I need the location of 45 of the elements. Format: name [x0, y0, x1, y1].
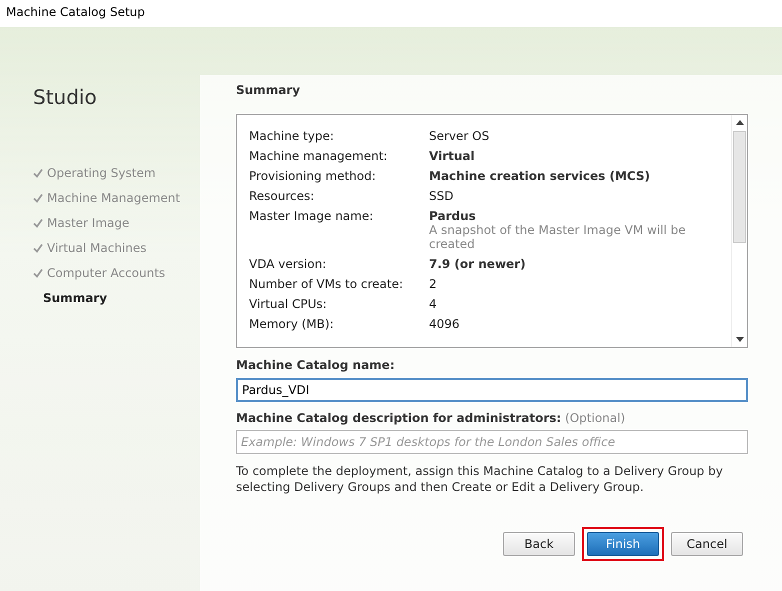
checkmark-icon — [33, 168, 43, 178]
wizard-step: Computer Accounts — [33, 263, 200, 282]
field-label: Machine Catalog description for administrators: — [236, 411, 562, 425]
window-title: Machine Catalog Setup — [6, 5, 145, 19]
wizard-button[interactable]: Cancel — [671, 532, 743, 556]
summary-value: Virtual — [429, 149, 475, 163]
summary-label: Provisioning method: — [249, 169, 377, 183]
summary-label: Memory (MB): — [249, 317, 335, 331]
summary-value: Server OS — [429, 129, 490, 143]
checkmark-icon — [33, 242, 43, 252]
scroll-down-icon[interactable] — [736, 337, 744, 343]
checkmark-icon — [33, 268, 43, 278]
summary-label: Master Image name: — [249, 209, 374, 225]
checkmark-icon — [33, 192, 43, 202]
scrollbar[interactable] — [731, 115, 747, 347]
summary-label: Machine management: — [249, 149, 388, 163]
scroll-up-icon[interactable] — [736, 119, 744, 125]
summary-value: 2 — [429, 277, 437, 291]
summary-value: 4096 — [429, 317, 460, 331]
checkmark-icon — [33, 218, 43, 228]
summary-label: Resources: — [249, 189, 316, 203]
wizard-step: Operating System — [33, 163, 200, 182]
summary-label: Virtual CPUs: — [249, 297, 328, 311]
description-field[interactable]: Example: Windows 7 SP1 desktops for the London Sales office — [236, 430, 748, 454]
optional-hint: (Optional) — [565, 411, 626, 425]
section-heading: Summary — [236, 83, 302, 97]
summary-value: Machine creation services (MCS) — [429, 169, 650, 183]
wizard-step: Master Image — [33, 213, 200, 232]
summary-value: 7.9 (or newer) — [429, 257, 526, 271]
summary-note: A snapshot of the Master Image VM will be created — [429, 223, 687, 251]
summary-value: SSD — [429, 189, 454, 203]
summary-label: VDA version: — [249, 257, 328, 271]
summary-label: Machine type: — [249, 129, 335, 143]
wizard-step: Summary — [43, 288, 200, 307]
wizard-button[interactable]: Back — [503, 532, 575, 556]
field-label: Machine Catalog name: — [236, 358, 396, 372]
info-text: To complete the deployment, assign this Machine Catalog to a Delivery Group by selecting Delivery Groups and then Create or Edit a Delivery Group. — [236, 463, 724, 495]
summary-value: 4 — [429, 297, 437, 311]
wizard-step: Machine Management — [33, 188, 200, 207]
catalog-name-field[interactable]: Pardus_VDI — [236, 378, 748, 402]
wizard-step: Virtual Machines — [33, 238, 200, 257]
wizard-button[interactable]: Finish — [587, 532, 659, 556]
summary-label: Number of VMs to create: — [249, 277, 404, 291]
studio-title: Studio — [33, 85, 98, 109]
summary-value: Pardus — [429, 209, 477, 223]
